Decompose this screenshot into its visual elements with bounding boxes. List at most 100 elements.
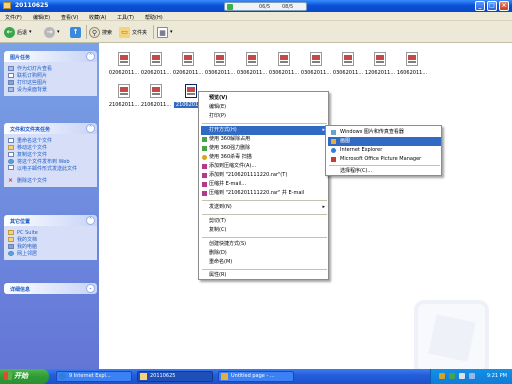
file-thumbnail[interactable]: 02062011... [139, 52, 173, 76]
task-order-prints[interactable]: 联机订购照片 [8, 72, 94, 79]
file-thumbnail[interactable]: 21062011... [139, 84, 173, 108]
collapse-chevron-icon[interactable]: ⌃ [86, 216, 95, 225]
forward-dropdown-icon[interactable]: ▾ [57, 29, 60, 35]
collapse-chevron-icon[interactable]: ⌃ [86, 124, 95, 133]
menu-item-add-archive[interactable]: 添加到压缩文件(A)... [201, 162, 328, 171]
taskbar-item-paint[interactable]: Untitled page - ... [218, 371, 294, 382]
task-slideshow[interactable]: 作为幻灯片查看 [8, 65, 94, 72]
task-move[interactable]: 移动这个文件 [8, 144, 94, 151]
search-icon: ⚲ [89, 26, 100, 38]
file-thumbnail[interactable]: 02062011... [171, 52, 205, 76]
details-panel: 详细信息 ⌄ [4, 283, 97, 294]
other-places-panel: 其它位置 ⌃ PC Suite 我的文档 我的电脑 网上邻居 [4, 215, 97, 260]
file-thumbnail[interactable]: 03062011... [331, 52, 365, 76]
forward-button[interactable]: → ▾ [44, 26, 60, 38]
up-button[interactable]: ↑ [70, 26, 81, 38]
menu-item-compress-email[interactable]: 压缩并 E-mail... [201, 180, 328, 189]
menu-edit[interactable]: 编辑(E) [33, 14, 50, 21]
menu-item-edit[interactable]: 编辑(E) [201, 103, 328, 112]
menu-item-add-to-rar[interactable]: 添加到 "2106201111220.rar"(T) [201, 171, 328, 180]
menu-item-create-shortcut[interactable]: 创建快捷方式(S) [201, 240, 328, 249]
menu-item-label: Windows 图片和传真查看器 [340, 129, 404, 135]
place-my-documents[interactable]: 我的文档 [8, 236, 94, 243]
task-set-background[interactable]: 设为桌面背景 [8, 86, 94, 93]
menu-item-properties[interactable]: 属性(R) [201, 271, 328, 280]
file-thumbnail[interactable]: 02062011... [107, 52, 141, 76]
expand-chevron-icon[interactable]: ⌄ [86, 284, 95, 293]
picture-tasks-panel: 图片任务 ⌃ 作为幻灯片查看 联机订购照片 打印这些图片 设为桌面背景 [4, 51, 97, 96]
file-thumbnail[interactable]: 16062011... [395, 52, 429, 76]
task-email[interactable]: 以电子邮件形式发送此文件 [8, 165, 94, 177]
menu-item-copy[interactable]: 复制(C) [201, 226, 328, 235]
menu-item-send-to[interactable]: 发送到(N) ▸ [201, 203, 328, 212]
system-tray: 9:21 PM [430, 369, 512, 384]
tray-icon[interactable] [439, 373, 445, 379]
place-pc-suite[interactable]: PC Suite [8, 229, 94, 236]
menu-item-360-unlock[interactable]: 使用 360解除占用 [201, 135, 328, 144]
maximize-button[interactable]: □ [487, 1, 497, 11]
open-with-choose-program[interactable]: 选择程序(C)... [328, 167, 441, 176]
other-places-header[interactable]: 其它位置 ⌃ [4, 215, 97, 226]
menu-favorites[interactable]: 收藏(A) [89, 14, 106, 21]
task-copy[interactable]: 复制这个文件 [8, 151, 94, 158]
task-label: Untitled page - ... [231, 373, 275, 379]
network-icon[interactable] [469, 373, 475, 379]
menu-view[interactable]: 查看(V) [61, 14, 78, 21]
tray-icon[interactable] [449, 373, 455, 379]
file-thumbnail[interactable]: 21062011... [107, 84, 141, 108]
menu-tools[interactable]: 工具(T) [117, 14, 134, 21]
open-with-photo-viewer[interactable]: Windows 图片和传真查看器 [328, 128, 441, 137]
menu-item-360-force-delete[interactable]: 使用 360强力删除 [201, 144, 328, 153]
menu-item-open-with[interactable]: 打开方式(H) ▸ [201, 126, 328, 135]
task-print-pictures[interactable]: 打印这些图片 [8, 79, 94, 86]
menu-item-preview[interactable]: 预览(V) [201, 94, 328, 103]
file-thumbnail[interactable]: 03062011... [235, 52, 269, 76]
task-publish-web[interactable]: 将这个文件发布到 Web [8, 158, 94, 165]
open-with-picture-manager[interactable]: Microsoft Office Picture Manager [328, 155, 441, 164]
task-rename[interactable]: 重命名这个文件 [8, 137, 94, 144]
menu-item-rename[interactable]: 重命名(M) [201, 258, 328, 267]
search-button[interactable]: ⚲ 搜索 [89, 26, 112, 38]
open-with-internet-explorer[interactable]: Internet Explorer [328, 146, 441, 155]
taskbar-item-internet-explorer[interactable]: 9 Internet Expl... [56, 371, 132, 382]
place-network[interactable]: 网上邻居 [8, 250, 94, 257]
back-dropdown-icon[interactable]: ▾ [29, 29, 32, 35]
views-dropdown-icon[interactable]: ▾ [170, 29, 173, 35]
menu-item-print[interactable]: 打印(P) [201, 112, 328, 121]
menu-item-cut[interactable]: 剪切(T) [201, 217, 328, 226]
collapse-chevron-icon[interactable]: ⌃ [86, 52, 95, 61]
views-button[interactable]: ▦ ▾ [157, 26, 173, 38]
file-tasks-header[interactable]: 文件和文件夹任务 ⌃ [4, 123, 97, 134]
volume-icon[interactable] [459, 373, 465, 379]
menu-file[interactable]: 文件(F) [5, 14, 22, 21]
my-documents-icon [8, 237, 14, 242]
picture-manager-icon [331, 157, 336, 162]
menu-help[interactable]: 帮助(H) [145, 14, 163, 21]
file-tasks-panel: 文件和文件夹任务 ⌃ 重命名这个文件 移动这个文件 复制这个文件 将这个文件发布… [4, 123, 97, 187]
file-thumbnail[interactable]: 03062011... [267, 52, 301, 76]
start-button[interactable]: 开始 [0, 369, 49, 384]
picture-tasks-header[interactable]: 图片任务 ⌃ [4, 51, 97, 62]
back-button[interactable]: ← 后退 ▾ [4, 26, 32, 38]
clock[interactable]: 9:21 PM [487, 373, 507, 379]
minimize-button[interactable]: _ [475, 1, 485, 11]
task-delete[interactable]: × 删除这个文件 [8, 177, 94, 185]
folders-button[interactable]: ▭ 文件夹 [119, 26, 147, 38]
details-header[interactable]: 详细信息 ⌄ [4, 283, 97, 294]
file-name: 12062011... [364, 70, 396, 76]
menu-item-label: 发送到(N) [209, 204, 232, 210]
close-button[interactable]: × [499, 1, 509, 11]
file-thumbnail[interactable]: 12062011... [363, 52, 397, 76]
menu-item-360-scan[interactable]: 使用 360杀毒 扫描 [201, 153, 328, 162]
place-my-computer[interactable]: 我的电脑 [8, 243, 94, 250]
file-thumbnail[interactable]: 03062011... [299, 52, 333, 76]
taskbar-item-folder[interactable]: 20110625 [137, 371, 213, 382]
menu-separator [202, 200, 327, 201]
image-file-icon [374, 52, 386, 66]
winrar-icon [202, 182, 207, 187]
open-with-paint[interactable]: 画图 [328, 137, 441, 146]
file-thumbnail[interactable]: 03062011... [203, 52, 237, 76]
menu-item-compress-rar-email[interactable]: 压缩到 "2106201111220.rar" 并 E-mail [201, 189, 328, 198]
file-name: 03062011... [268, 70, 300, 76]
menu-item-delete[interactable]: 删除(D) [201, 249, 328, 258]
